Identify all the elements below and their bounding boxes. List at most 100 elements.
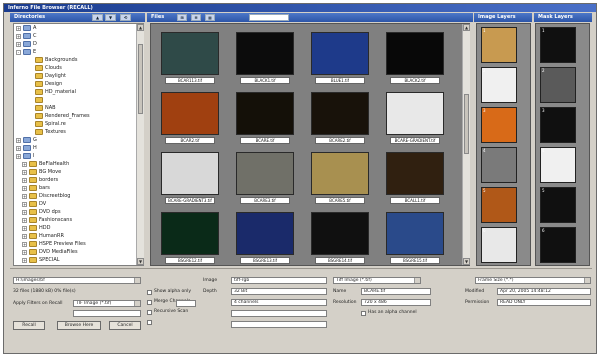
expand-icon[interactable]: + (22, 233, 27, 239)
thumbnail-item[interactable]: BLACK2.tif (386, 32, 444, 88)
tree-node[interactable]: + D (16, 40, 37, 48)
expand-icon[interactable]: + (22, 209, 27, 215)
thumbnail-item[interactable]: BCARE2.tif (311, 92, 369, 148)
tree-node[interactable]: + Fashionscans (22, 216, 72, 224)
expand-icon[interactable]: + (22, 225, 27, 231)
mask-layer-thumb[interactable]: 1 (540, 27, 576, 63)
tree-node[interactable] (28, 96, 49, 104)
extra-field-2[interactable] (231, 321, 327, 328)
expand-icon[interactable]: + (22, 241, 27, 247)
filter-extra-field[interactable] (73, 310, 141, 317)
expand-icon[interactable]: + (22, 249, 27, 255)
image-layer-thumb[interactable]: 6 (481, 227, 517, 263)
image-layer-thumb[interactable]: 5 (481, 187, 517, 223)
view-large-icon[interactable]: ⊞ (177, 14, 187, 21)
file-filter-field[interactable] (249, 14, 289, 21)
thumbnail-image[interactable] (386, 212, 444, 255)
tree-node[interactable]: + H (16, 144, 37, 152)
thumbnail-image[interactable] (386, 152, 444, 195)
mask-layer-thumb[interactable]: 2 (540, 67, 576, 103)
image-layers-panel[interactable]: 1 2 3 4 5 6 (476, 23, 531, 266)
thumbnail-image[interactable] (236, 32, 294, 75)
thumbnail-image[interactable] (386, 32, 444, 75)
scroll-down-icon[interactable]: ▼ (137, 258, 144, 265)
thumbnail-image[interactable] (236, 212, 294, 255)
view-list-icon[interactable]: ≡ (191, 14, 201, 21)
view-details-icon[interactable]: ▦ (205, 14, 215, 21)
recursive-scan-checkbox[interactable] (147, 310, 152, 315)
thumbnail-grid[interactable]: BCAR113.tif BLACK1.tif BLUE1.tif BLACK2.tif… (150, 23, 470, 266)
up-button[interactable]: ▲ (92, 14, 103, 21)
expand-icon[interactable]: + (16, 137, 21, 143)
layer-size-combo[interactable]: Frame Size (*.*) (475, 277, 591, 284)
expand-icon[interactable]: + (22, 257, 27, 263)
apply-filters-combo[interactable]: TIF Image (*.tif) (73, 300, 141, 307)
tree-node[interactable]: + bars (22, 184, 50, 192)
image-layer-thumb[interactable]: 4 (481, 147, 517, 183)
mask-layer-thumb[interactable]: 4 (540, 147, 576, 183)
tree-node[interactable]: + SPECIAL (22, 256, 60, 264)
expand-icon[interactable]: + (16, 145, 21, 151)
recall-button[interactable]: Recall (13, 321, 45, 330)
thumbnail-image[interactable] (311, 32, 369, 75)
name-field[interactable]: BCARE.tif (361, 288, 431, 295)
tree-node[interactable]: Textures (28, 128, 66, 136)
thumbnail-item[interactable]: BSGRE13.tif (236, 212, 294, 265)
thumbnail-item[interactable]: BLACK1.tif (236, 32, 294, 88)
thumbnail-image[interactable] (161, 32, 219, 75)
tree-node[interactable]: Rendered_Frames (28, 112, 90, 120)
image-layer-thumb[interactable]: 3 (481, 107, 517, 143)
mask-layers-panel[interactable]: 1 2 3 4 5 6 (535, 23, 590, 266)
files-scrollbar[interactable]: ▲ ▼ (462, 24, 470, 265)
directory-tree[interactable]: + A + C + D - E Backgrounds Clouds Daylight Design H… (13, 23, 144, 266)
expand-icon[interactable]: + (22, 177, 27, 183)
tree-node[interactable]: + HDD (22, 224, 50, 232)
files-scroll-thumb[interactable] (464, 94, 469, 154)
expand-icon[interactable]: + (22, 217, 27, 223)
tree-node[interactable]: NAB (28, 104, 56, 112)
show-alpha-checkbox[interactable] (147, 290, 152, 295)
refresh-button[interactable]: ⟲ (120, 14, 131, 21)
thumbnail-item[interactable]: BLUE1.tif (311, 32, 369, 88)
tree-node[interactable]: + borders (22, 176, 58, 184)
extra-checkbox[interactable] (147, 320, 152, 325)
tree-node[interactable]: + I (16, 152, 34, 160)
expand-icon[interactable]: + (22, 169, 27, 175)
thumbnail-item[interactable]: BCAR113.tif (161, 32, 219, 88)
thumbnail-item[interactable]: BCARE-GRADIENT3.tif (161, 152, 219, 208)
files-scroll-down-icon[interactable]: ▼ (463, 258, 470, 265)
thumbnail-image[interactable] (311, 152, 369, 195)
tree-scrollbar[interactable]: ▲ ▼ (136, 24, 144, 265)
alpha-channel-checkbox[interactable] (361, 311, 366, 316)
down-button[interactable]: ▼ (105, 14, 116, 21)
tree-node[interactable]: -E (16, 48, 36, 56)
thumbnail-item[interactable]: BCARE.tif (236, 92, 294, 148)
files-scroll-up-icon[interactable]: ▲ (463, 24, 470, 31)
tree-node[interactable]: + G (16, 136, 37, 144)
tree-scroll-thumb[interactable] (138, 44, 143, 114)
image-type-field[interactable]: tiff-rgb (231, 277, 327, 284)
extra-field-1[interactable] (231, 310, 327, 317)
expand-icon[interactable]: + (22, 201, 27, 207)
mask-layer-thumb[interactable]: 6 (540, 227, 576, 263)
image-layer-thumb[interactable]: 1 (481, 27, 517, 63)
tree-node[interactable]: + DVD dps (22, 208, 61, 216)
tree-node[interactable]: + HumanRR (22, 232, 64, 240)
depth-field[interactable]: 32 Bit (231, 288, 327, 295)
tree-node[interactable]: + HSPE Preview Files (22, 240, 86, 248)
thumbnail-image[interactable] (386, 92, 444, 135)
thumbnail-image[interactable] (236, 152, 294, 195)
tree-node[interactable]: + C (16, 32, 37, 40)
expand-icon[interactable]: + (16, 41, 21, 47)
thumbnail-image[interactable] (236, 92, 294, 135)
tree-node[interactable]: + DV (22, 200, 46, 208)
expand-icon[interactable]: + (22, 185, 27, 191)
thumbnail-image[interactable] (311, 92, 369, 135)
thumbnail-image[interactable] (161, 92, 219, 135)
format-combo[interactable]: Tiff Image (*.tif) (333, 277, 421, 284)
tree-node[interactable]: + A (16, 24, 36, 32)
tree-node[interactable]: + DVD MediaFiles (22, 248, 78, 256)
modified-field[interactable]: Apr 20, 2005 14:48:12 (497, 288, 591, 295)
thumbnail-item[interactable]: BSGRE14.tif (311, 212, 369, 265)
channels-field[interactable]: 4 channels (231, 299, 327, 306)
